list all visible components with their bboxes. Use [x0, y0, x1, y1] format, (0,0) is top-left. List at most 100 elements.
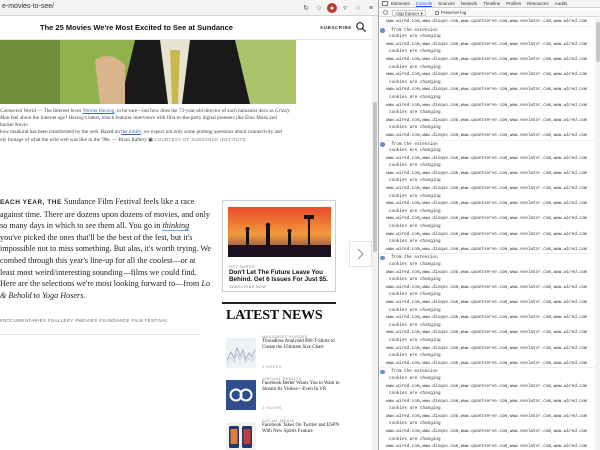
console-log-extension: from the extension — [379, 25, 595, 34]
news-headline[interactable]: Facebook Takes On Twitter and ESPN With … — [262, 423, 342, 435]
console-log-cookies: cookies are changing — [389, 307, 441, 313]
browser-window: e-movies-to-see/ ↻ ☆ ● ▿ ○ ≡ The 25 Movi… — [0, 0, 378, 450]
article-link-thinking[interactable]: thinking — [162, 221, 190, 232]
tab-network[interactable]: Network — [461, 1, 478, 7]
latest-news-heading: LATEST NEWS — [226, 308, 323, 323]
console-log-cookies: cookies are changing — [389, 277, 441, 283]
console-scroll-thumb[interactable] — [596, 22, 600, 62]
preserve-log-checkbox[interactable]: Preserve log — [435, 10, 466, 15]
pocket-icon[interactable]: ▿ — [340, 3, 350, 13]
console-log-cookies: cookies are changing — [389, 148, 441, 154]
chevron-right-icon — [357, 248, 364, 260]
reload-icon[interactable]: ↻ — [301, 3, 311, 13]
ad-headline[interactable]: Don't Let The Future Leave You Behind. G… — [229, 269, 333, 284]
console-log-domains: www.wired.com,www.disqus.com,www.quantse… — [386, 246, 588, 252]
checkbox-icon[interactable] — [435, 10, 439, 15]
clear-console-icon[interactable] — [383, 10, 388, 15]
browser-toolbar: ↻ ☆ ● ▿ ○ ≡ — [301, 2, 376, 14]
page-title: The 25 Movies We're Most Excited to See … — [40, 23, 233, 32]
console-toolbar: <top frame> ▾ Preserve log — [379, 9, 600, 17]
news-item[interactable]: MARGARET RHODES Threadless Analyzed 800 … — [226, 334, 342, 374]
star-icon[interactable]: ☆ — [314, 3, 324, 13]
divider — [222, 302, 336, 304]
article-tags[interactable]: #DOCUMENTARIES #GALLERY #MOVIES #SUNDANC… — [0, 318, 212, 323]
console-log-cookies: cookies are changing — [389, 292, 441, 298]
console-log-domains: www.wired.com,www.disqus.com,www.quantse… — [386, 398, 588, 404]
console-log-domains: www.wired.com,www.disqus.com,www.quantse… — [386, 216, 588, 222]
console-log-domains: www.wired.com,www.disqus.com,www.quantse… — [386, 231, 588, 237]
console-log-cookies: cookies are changing — [389, 239, 441, 245]
console-log-domains: www.wired.com,www.disqus.com,www.quantse… — [386, 444, 588, 450]
hero-image — [0, 40, 296, 104]
console-log-domains: www.wired.com,www.disqus.com,www.quantse… — [386, 299, 588, 305]
url-text[interactable]: e-movies-to-see/ — [2, 3, 54, 10]
console-log-domains: www.wired.com,www.disqus.com,www.quantse… — [386, 269, 588, 275]
extension-icon[interactable]: ● — [327, 3, 337, 13]
console-scrollbar[interactable] — [595, 18, 600, 450]
search-icon[interactable] — [355, 21, 367, 33]
news-headline[interactable]: Threadless Analyzed 800 T-Shirts to Crea… — [262, 339, 342, 351]
console-log-cookies: cookies are changing — [389, 178, 441, 184]
article-leadin: EACH YEAR, THE — [0, 199, 62, 206]
tab-resources[interactable]: Resources — [527, 1, 549, 7]
news-time: 3 HOURS — [262, 406, 282, 410]
console-log-domains: www.wired.com,www.disqus.com,www.quantse… — [386, 56, 588, 62]
subscribe-ad[interactable]: GET WIRED Don't Let The Future Leave You… — [222, 200, 336, 292]
ad-subscribe-link[interactable]: SUBSCRIBE NOW — [229, 285, 266, 289]
console-log-cookies: cookies are changing — [389, 208, 441, 214]
console-log-domains: www.wired.com,www.disqus.com,www.quantse… — [386, 429, 588, 435]
log-badge-icon — [380, 142, 385, 147]
tab-audits[interactable]: Audits — [555, 1, 568, 7]
console-log-domains: www.wired.com,www.disqus.com,www.quantse… — [386, 345, 588, 351]
console-log-cookies: cookies are changing — [389, 421, 441, 427]
console-log-domains: www.wired.com,www.disqus.com,www.quantse… — [386, 72, 588, 78]
log-badge-icon — [380, 255, 385, 261]
console-log-domains: www.wired.com,www.disqus.com,www.quantse… — [386, 19, 588, 24]
console-log-domains: www.wired.com,www.disqus.com,www.quantse… — [386, 383, 588, 389]
page-scroll-thumb[interactable] — [373, 102, 377, 252]
console-message: from the extension — [386, 141, 438, 147]
tab-sources[interactable]: Sources — [438, 1, 455, 7]
frame-select[interactable]: <top frame> ▾ — [392, 10, 426, 16]
console-log-cookies: cookies are changing — [389, 406, 441, 412]
menu-icon[interactable]: ≡ — [366, 3, 376, 13]
address-bar[interactable]: e-movies-to-see/ ↻ ☆ ● ▿ ○ ≡ — [0, 0, 378, 16]
tab-timeline[interactable]: Timeline — [483, 1, 500, 7]
console-log-domains: www.wired.com,www.disqus.com,www.quantse… — [386, 330, 588, 336]
dock-icon[interactable] — [382, 1, 388, 6]
log-badge-icon — [380, 369, 385, 375]
console-log-domains: www.wired.com,www.disqus.com,www.quantse… — [386, 41, 588, 47]
news-headline[interactable]: Facebook Better Wants You to Want to Str… — [262, 381, 342, 393]
console-log-cookies: cookies are changing — [389, 49, 441, 55]
news-item[interactable]: SOCIAL MEDIA Facebook Takes On Twitter a… — [226, 418, 342, 450]
console-log-cookies: cookies are changing — [389, 353, 441, 359]
console-log-cookies: cookies are changing — [389, 94, 441, 100]
subscribe-link[interactable]: SUBSCRIBE — [320, 25, 352, 30]
console-log-cookies: cookies are changing — [389, 224, 441, 230]
caption-link-trailer[interactable]: the trailer — [121, 129, 141, 135]
tab-elements[interactable]: Elements — [391, 1, 410, 7]
console-log-domains: www.wired.com,www.disqus.com,www.quantse… — [386, 413, 588, 419]
caption-link-herzog[interactable]: Werner Herzog — [83, 108, 115, 114]
tab-console[interactable]: Console — [415, 1, 433, 7]
console-message: from the extension — [386, 255, 438, 261]
console-message: from the extension — [386, 27, 438, 33]
console-log-extension: from the extension — [379, 253, 595, 261]
console-log-cookies: cookies are changing — [389, 193, 441, 199]
console-log-cookies: cookies are changing — [389, 322, 441, 328]
console-log-domains: www.wired.com,www.disqus.com,www.quantse… — [386, 201, 588, 207]
tab-profiles[interactable]: Profiles — [506, 1, 521, 7]
console-log-cookies: cookies are changing — [389, 337, 441, 343]
console-log-cookies: cookies are changing — [389, 391, 441, 397]
next-article-button[interactable] — [349, 241, 372, 267]
hero-photo — [0, 40, 296, 104]
console-output: www.wired.com,www.disqus.com,www.quantse… — [379, 18, 595, 450]
share-icon[interactable]: ○ — [353, 3, 363, 13]
console-log-cookies: cookies are changing — [389, 64, 441, 70]
site-header: The 25 Movies We're Most Excited to See … — [0, 16, 372, 40]
news-item[interactable]: VIRTUAL REALITY Facebook Better Wants Yo… — [226, 376, 342, 416]
caption-film-title: Connected World — [0, 108, 36, 114]
console-log-domains: www.wired.com,www.disqus.com,www.quantse… — [386, 155, 588, 161]
article-body: EACH YEAR, THE Sundance Film Festival fe… — [0, 197, 212, 300]
console-log-cookies: cookies are changing — [389, 34, 441, 40]
